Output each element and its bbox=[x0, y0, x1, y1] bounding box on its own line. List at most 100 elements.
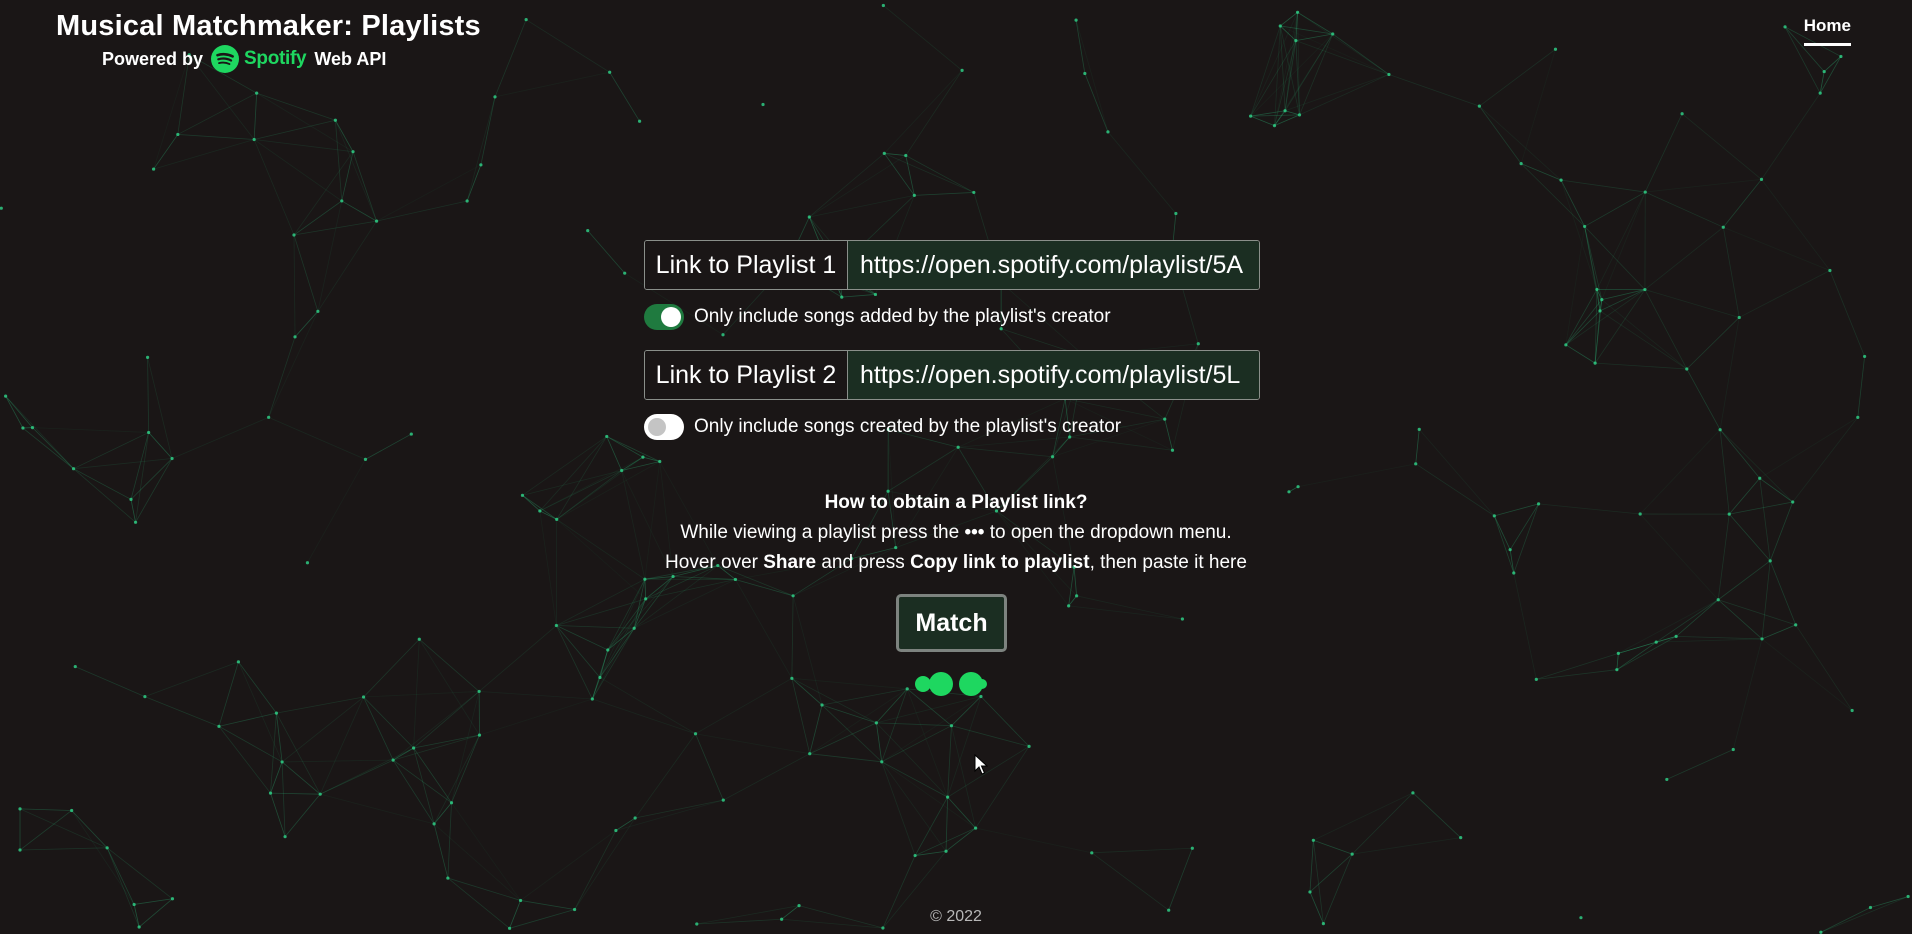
network-link bbox=[320, 793, 435, 825]
network-node bbox=[417, 637, 421, 641]
network-link bbox=[1076, 595, 1183, 620]
network-node bbox=[614, 828, 618, 833]
network-link bbox=[479, 691, 593, 700]
network-link bbox=[1084, 73, 1109, 133]
network-link bbox=[130, 458, 173, 500]
network-node bbox=[507, 926, 512, 930]
playlist1-link-input[interactable] bbox=[848, 241, 1259, 289]
network-node bbox=[1643, 287, 1647, 292]
nav-home-link[interactable]: Home bbox=[1803, 16, 1851, 46]
help-line2-a: Hover over bbox=[665, 552, 758, 573]
network-node bbox=[170, 456, 174, 461]
network-link bbox=[821, 704, 877, 724]
network-link bbox=[147, 357, 150, 433]
network-link bbox=[881, 696, 982, 763]
network-node bbox=[1638, 512, 1642, 516]
network-link bbox=[1732, 638, 1763, 750]
network-node bbox=[1417, 427, 1421, 431]
network-node bbox=[946, 795, 950, 799]
help-copy-link-text: Copy link to playlist bbox=[910, 552, 1090, 573]
network-node bbox=[1731, 747, 1735, 752]
network-link bbox=[447, 802, 452, 879]
network-link bbox=[1739, 270, 1831, 318]
match-button[interactable]: Match bbox=[896, 594, 1007, 652]
network-node bbox=[252, 137, 256, 142]
network-link bbox=[1250, 33, 1334, 117]
network-link bbox=[256, 92, 336, 121]
network-node bbox=[1643, 190, 1647, 194]
network-link bbox=[1857, 356, 1866, 418]
playlist1-toggle-row: Only include songs added by the playlist… bbox=[644, 303, 1260, 331]
network-node bbox=[316, 309, 320, 313]
network-node bbox=[70, 808, 74, 813]
help-line-1: While viewing a playlist press the ••• t… bbox=[556, 518, 1356, 548]
network-node bbox=[790, 676, 794, 680]
network-node bbox=[913, 853, 917, 858]
network-link bbox=[1656, 599, 1719, 643]
network-link bbox=[1722, 227, 1740, 318]
network-link bbox=[1313, 839, 1353, 855]
playlist2-toggle-row: Only include songs created by the playli… bbox=[644, 413, 1260, 441]
network-node bbox=[1760, 637, 1764, 641]
network-node bbox=[598, 675, 602, 680]
network-node bbox=[1906, 894, 1910, 899]
network-link bbox=[451, 691, 480, 803]
network-link bbox=[1415, 429, 1420, 464]
network-link bbox=[253, 93, 258, 140]
network-node bbox=[1534, 677, 1538, 681]
network-link bbox=[1719, 317, 1740, 430]
network-link bbox=[1759, 477, 1793, 503]
playlist2-creator-toggle[interactable] bbox=[644, 414, 684, 440]
network-link bbox=[574, 830, 617, 910]
network-node bbox=[1272, 124, 1277, 128]
network-link bbox=[1091, 847, 1193, 854]
network-link bbox=[809, 194, 915, 218]
network-link bbox=[599, 677, 696, 735]
network-link bbox=[135, 432, 150, 523]
powered-by-suffix: Web API bbox=[314, 48, 387, 69]
network-node bbox=[1680, 112, 1684, 116]
network-link bbox=[1722, 179, 1762, 228]
network-link bbox=[1584, 191, 1646, 227]
network-node bbox=[1839, 54, 1843, 59]
network-link bbox=[1823, 56, 1842, 72]
network-node bbox=[1721, 225, 1725, 229]
network-link bbox=[1666, 749, 1734, 780]
network-link bbox=[609, 72, 640, 122]
network-link bbox=[1639, 513, 1719, 601]
network-link bbox=[5, 395, 74, 469]
network-node bbox=[554, 623, 558, 628]
network-node bbox=[905, 687, 909, 691]
network-link bbox=[1313, 792, 1414, 841]
network-link bbox=[809, 688, 908, 755]
network-node bbox=[283, 835, 287, 839]
network-link bbox=[1068, 605, 1183, 620]
network-node bbox=[1559, 178, 1563, 182]
network-link bbox=[433, 823, 449, 879]
network-link bbox=[1644, 289, 1740, 318]
network-node bbox=[217, 724, 221, 728]
network-link bbox=[73, 432, 149, 470]
network-link bbox=[1759, 417, 1858, 479]
playlist1-creator-toggle[interactable] bbox=[644, 304, 684, 330]
network-node bbox=[974, 826, 978, 830]
network-link bbox=[1493, 515, 1511, 550]
network-link bbox=[1644, 226, 1724, 290]
network-node bbox=[1331, 32, 1335, 36]
network-link bbox=[522, 495, 541, 512]
network-link bbox=[32, 427, 149, 433]
network-link bbox=[268, 311, 319, 418]
network-node bbox=[1294, 39, 1298, 43]
network-node bbox=[391, 758, 395, 762]
network-node bbox=[1075, 594, 1079, 598]
network-link bbox=[392, 759, 452, 804]
network-link bbox=[645, 579, 736, 600]
playlist2-toggle-label: Only include songs created by the playli… bbox=[694, 416, 1122, 437]
network-node bbox=[1180, 617, 1185, 621]
network-link bbox=[177, 134, 255, 140]
network-link bbox=[809, 153, 885, 218]
network-node bbox=[1737, 315, 1741, 320]
playlist2-link-input[interactable] bbox=[848, 351, 1259, 399]
network-node bbox=[606, 648, 610, 652]
network-link bbox=[447, 877, 510, 929]
